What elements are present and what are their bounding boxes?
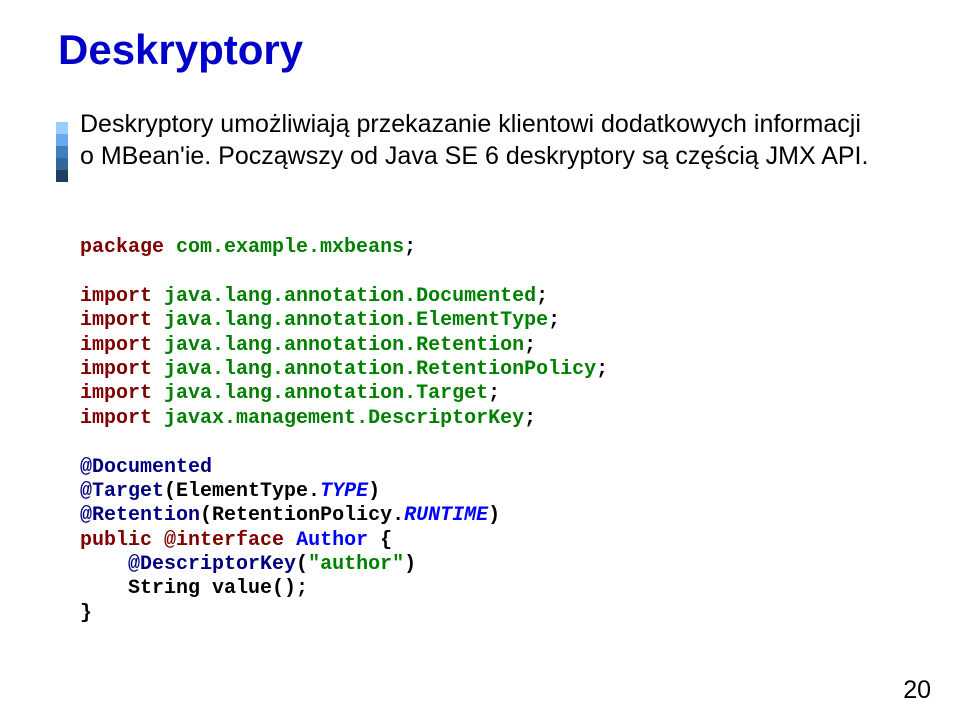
annotation-retention: @Retention	[80, 504, 200, 527]
string-literal: "author"	[308, 553, 404, 576]
keyword-public: public	[80, 529, 152, 552]
keyword-import: import	[80, 309, 152, 332]
slide: Deskryptory Deskryptory umożliwiają prze…	[0, 0, 959, 719]
keyword-atinterface: @interface	[164, 529, 284, 552]
page-number: 20	[903, 676, 931, 705]
stripe-block	[56, 170, 68, 182]
keyword-package: package	[80, 236, 164, 259]
code-block: package com.example.mxbeans; import java…	[80, 236, 900, 626]
stripe-block	[56, 146, 68, 158]
import-path: java.lang.annotation.Target	[164, 382, 488, 405]
outline-stripe-icon	[56, 122, 68, 182]
import-path: java.lang.annotation.Retention	[164, 334, 524, 357]
import-path: java.lang.annotation.Documented	[164, 285, 536, 308]
elementtype-const: TYPE	[320, 480, 368, 503]
import-path: java.lang.annotation.RetentionPolicy	[164, 358, 596, 381]
import-path: java.lang.annotation.ElementType	[164, 309, 548, 332]
package-name: com.example.mxbeans	[176, 236, 404, 259]
keyword-import: import	[80, 407, 152, 430]
keyword-import: import	[80, 334, 152, 357]
brace-close: }	[80, 602, 92, 625]
annotation-descriptorkey: @DescriptorKey	[128, 553, 296, 576]
body-text: Deskryptory umożliwiają przekazanie klie…	[80, 108, 880, 172]
retentionpolicy-const: RUNTIME	[404, 504, 488, 527]
keyword-import: import	[80, 285, 152, 308]
slide-title: Deskryptory	[58, 26, 303, 74]
import-path: javax.management.DescriptorKey	[164, 407, 524, 430]
keyword-import: import	[80, 358, 152, 381]
retentionpolicy-prefix: RetentionPolicy.	[212, 504, 404, 527]
return-line: String value();	[80, 577, 308, 600]
stripe-block	[56, 158, 68, 170]
keyword-import: import	[80, 382, 152, 405]
class-name: Author	[296, 529, 368, 552]
annotation-documented: @Documented	[80, 456, 212, 479]
elementtype-prefix: ElementType.	[176, 480, 320, 503]
stripe-block	[56, 134, 68, 146]
annotation-target: @Target	[80, 480, 164, 503]
stripe-block	[56, 122, 68, 134]
